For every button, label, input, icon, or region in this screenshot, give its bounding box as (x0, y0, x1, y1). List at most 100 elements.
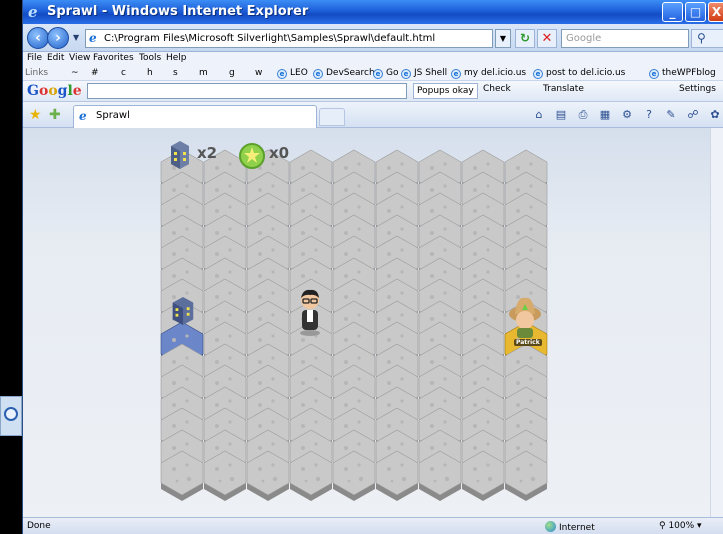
link-item-post-delicious[interactable]: e post to del.icio.us (533, 68, 625, 79)
refresh-icon[interactable]: ↻ (515, 29, 535, 48)
opponent-character-icon[interactable] (505, 284, 545, 338)
ie-link-icon: e (451, 69, 461, 79)
link-item-8[interactable]: w (255, 68, 262, 78)
security-zone: Internet (545, 521, 595, 533)
search-icon[interactable]: ⚲ (691, 29, 723, 48)
link-item-3[interactable]: c (121, 68, 126, 78)
status-bar: Done Internet ⚲ 100% ▾ (23, 517, 723, 534)
link-item-go[interactable]: e Go (373, 68, 398, 79)
minimize-button[interactable]: _ (662, 2, 683, 22)
globe-icon (545, 521, 556, 532)
popups-button[interactable]: Popups okay (413, 83, 478, 99)
ie-link-icon: e (313, 69, 323, 79)
link-item-7[interactable]: g (229, 68, 235, 78)
back-button[interactable]: ‹ (27, 27, 49, 49)
player-character-icon[interactable] (295, 286, 325, 336)
building-count: x2 (197, 144, 218, 162)
zoom-level[interactable]: ⚲ 100% ▾ (659, 521, 702, 531)
title-bar[interactable]: e Sprawl - Windows Internet Explorer _ □… (23, 0, 723, 24)
maximize-button[interactable]: □ (685, 2, 706, 22)
opponent-name-tag: Patrick (514, 339, 542, 346)
menu-help[interactable]: Help (166, 53, 187, 63)
menu-favorites[interactable]: Favorites (93, 53, 134, 63)
building-counter-icon (171, 141, 189, 169)
ie-logo-icon: e (28, 3, 38, 21)
link-item-leo[interactable]: e LEO (277, 68, 308, 79)
leaf-counter-icon (239, 143, 265, 169)
magnifier-icon[interactable] (4, 407, 18, 421)
link-item-delicious[interactable]: e my del.icio.us (451, 68, 526, 79)
hex-tile[interactable] (503, 450, 549, 503)
link-item-devsearch[interactable]: e DevSearch (313, 68, 375, 79)
link-item-wpfblog[interactable]: e theWPFblog (649, 68, 716, 79)
links-label: Links (25, 68, 49, 78)
background-window-edge (0, 396, 22, 436)
link-item-6[interactable]: m (199, 68, 208, 78)
ie-link-icon: e (649, 69, 659, 79)
help-icon[interactable]: ? (640, 107, 658, 123)
links-bar: Links ~ # c h s m g w e LEO e DevSearch eG… (23, 67, 723, 81)
page-menu-icon[interactable]: ▦ (596, 107, 614, 123)
link-item-5[interactable]: s (173, 68, 178, 78)
ie-link-icon: e (401, 69, 411, 79)
menu-bar: File Edit View Favorites Tools Help (23, 52, 723, 67)
menu-edit[interactable]: Edit (47, 53, 64, 63)
hex-tile[interactable] (288, 450, 334, 503)
hex-tile[interactable] (159, 450, 205, 503)
add-favorite-icon[interactable]: ✚ (49, 107, 61, 123)
link-item-2[interactable]: # (91, 68, 99, 78)
tab-sprawl[interactable]: e Sprawl (73, 105, 317, 128)
tab-bar: ★ ✚ e Sprawl ⌂ ▤ ⎙ ▦ ⚙ ? ✎ ☍ ✿ (23, 102, 723, 128)
hex-tile[interactable] (374, 450, 420, 503)
tab-title: Sprawl (96, 110, 130, 121)
page-icon: e (79, 109, 87, 123)
address-dropdown-icon[interactable]: ▼ (495, 29, 511, 48)
google-toolbar: Google Popups okay Check Translate Setti… (23, 81, 723, 102)
silverlight-game-area[interactable]: x2 x0 Patrick (23, 128, 723, 517)
ie-link-icon: e (373, 69, 383, 79)
menu-file[interactable]: File (27, 53, 42, 63)
status-text: Done (27, 521, 51, 531)
menu-view[interactable]: View (69, 53, 90, 63)
favorites-star-icon[interactable]: ★ (29, 107, 42, 123)
feeds-icon[interactable]: ▤ (552, 107, 570, 123)
page-icon: e (89, 31, 97, 45)
link-item-1[interactable]: ~ (71, 68, 79, 78)
new-tab-button[interactable] (319, 108, 345, 126)
leaf-count: x0 (269, 144, 290, 162)
address-input[interactable]: e C:\Program Files\Microsoft Silverlight… (85, 29, 493, 48)
building-on-board-icon (169, 294, 197, 328)
search-input[interactable]: Google (561, 29, 689, 48)
address-url: C:\Program Files\Microsoft Silverlight\S… (104, 33, 436, 44)
tools-menu-icon[interactable]: ⚙ (618, 107, 636, 123)
hex-tile[interactable] (417, 450, 463, 503)
addon-icon[interactable]: ✿ (706, 107, 723, 123)
history-dropdown-icon[interactable]: ▼ (73, 33, 79, 42)
hex-tile[interactable] (245, 450, 291, 503)
link-item-4[interactable]: h (147, 68, 153, 78)
home-icon[interactable]: ⌂ (530, 107, 548, 123)
vertical-scrollbar[interactable] (710, 128, 723, 517)
forward-button[interactable]: › (47, 27, 69, 49)
window-title: Sprawl - Windows Internet Explorer (47, 4, 309, 19)
ie-link-icon: e (277, 69, 287, 79)
address-toolbar: ‹ › ▼ e C:\Program Files\Microsoft Silve… (23, 24, 723, 52)
translate-button[interactable]: Translate (543, 84, 584, 94)
close-button[interactable]: X (708, 2, 723, 22)
hex-tile[interactable] (331, 450, 377, 503)
google-logo: Google (27, 83, 82, 99)
menu-tools[interactable]: Tools (139, 53, 161, 63)
hex-tile[interactable] (202, 450, 248, 503)
check-button[interactable]: Check (483, 84, 511, 94)
google-search-input[interactable] (87, 83, 407, 99)
research-icon[interactable]: ✎ (662, 107, 680, 123)
print-icon[interactable]: ⎙ (574, 107, 592, 123)
bluetooth-icon[interactable]: ☍ (684, 107, 702, 123)
command-bar: ⌂ ▤ ⎙ ▦ ⚙ ? ✎ ☍ ✿ (530, 107, 723, 123)
link-item-jsshell[interactable]: e JS Shell (401, 68, 447, 79)
ie-link-icon: e (533, 69, 543, 79)
browser-window: e Sprawl - Windows Internet Explorer _ □… (22, 0, 723, 534)
settings-button[interactable]: Settings (679, 84, 716, 94)
hex-tile[interactable] (460, 450, 506, 503)
stop-icon[interactable]: ✕ (537, 29, 557, 48)
